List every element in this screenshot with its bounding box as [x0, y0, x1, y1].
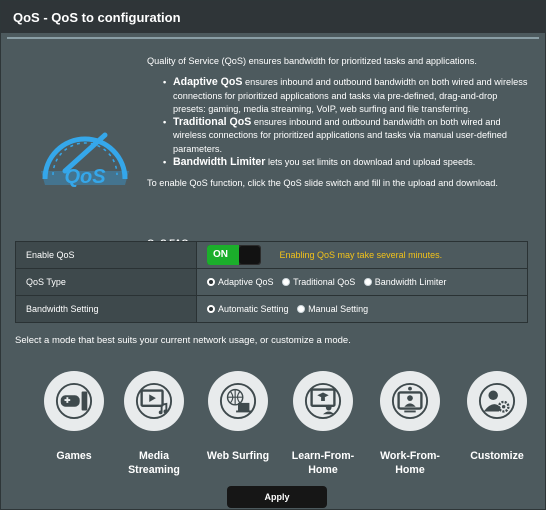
mode-web-surfing[interactable]: Web Surfing — [196, 371, 280, 463]
page-title: QoS - QoS to configuration — [1, 1, 545, 33]
mode-customize[interactable]: Customize — [455, 371, 539, 463]
qos-description: Quality of Service (QoS) ensures bandwid… — [147, 55, 539, 191]
qos-logo-text: QoS — [64, 166, 106, 188]
mode-media-streaming[interactable]: Media Streaming — [112, 371, 196, 477]
bandwidth-setting-label: Bandwidth Setting — [15, 295, 197, 323]
radio-label: Automatic Setting — [218, 304, 289, 314]
qos-type-label: QoS Type — [15, 268, 197, 296]
radio-unselected-icon — [297, 305, 306, 313]
mode-label-line: Work-From- — [380, 450, 440, 462]
mode-circle — [208, 371, 268, 431]
mode-circle — [124, 371, 184, 431]
enable-qos-label: Enable QoS — [15, 241, 197, 269]
radio-automatic-setting[interactable]: Automatic Setting — [207, 304, 289, 314]
mode-label-line: Web Surfing — [206, 450, 270, 462]
radio-unselected-icon — [282, 278, 291, 286]
enable-qos-row: Enable QoS ON Enabling QoS may take seve… — [15, 241, 528, 269]
gamepad-icon — [55, 382, 93, 420]
apply-button[interactable]: Apply — [227, 486, 327, 508]
toggle-knob — [239, 246, 260, 264]
enable-qos-warning: Enabling QoS may take several minutes. — [279, 250, 443, 260]
radio-adaptive-qos[interactable]: Adaptive QoS — [207, 277, 274, 287]
enable-qos-toggle[interactable]: ON — [207, 245, 261, 265]
bullet-text: presets: gaming, media streaming, VoIP, … — [173, 103, 471, 114]
mode-label-line: Streaming — [128, 464, 180, 476]
qos-instruction: To enable QoS function, click the QoS sl… — [147, 178, 498, 189]
user-gear-icon — [478, 382, 516, 420]
mode-work-from-home[interactable]: Work-From- Home — [368, 371, 452, 477]
mode-circle — [293, 371, 353, 431]
mode-label: Web Surfing — [196, 449, 280, 463]
bandwidth-limiter-bullet: Bandwidth Limiter lets you set limits on… — [163, 156, 539, 170]
toggle-on-label: ON — [207, 245, 239, 265]
globe-laptop-icon — [219, 382, 257, 420]
bullet-text: lets you set limits on download and uplo… — [265, 157, 476, 168]
qos-settings-table: Enable QoS ON Enabling QoS may take seve… — [15, 241, 528, 323]
mode-label-line: Games — [56, 450, 92, 462]
mode-circle — [467, 371, 527, 431]
mode-games[interactable]: Games — [32, 371, 116, 463]
qos-bullet-list: Adaptive QoS ensures inbound and outboun… — [163, 76, 539, 170]
bullet-text: ensures inbound and outbound bandwidth o… — [242, 77, 528, 88]
enable-qos-cell: ON Enabling QoS may take several minutes… — [196, 241, 528, 269]
mode-learn-from-home[interactable]: Learn-From- Home — [281, 371, 365, 477]
bullet-heading: Traditional QoS — [173, 116, 252, 129]
qos-type-options: Adaptive QoS Traditional QoS Bandwidth L… — [196, 268, 528, 296]
title-divider — [7, 37, 539, 39]
qos-logo: QoS — [41, 132, 129, 188]
bullet-heading: Adaptive QoS — [173, 76, 243, 89]
mode-prompt: Select a mode that best suits your curre… — [15, 335, 351, 346]
mode-label-line: Home — [308, 464, 338, 476]
qos-type-row: QoS Type Adaptive QoS Traditional QoS Ba… — [15, 268, 528, 296]
radio-manual-setting[interactable]: Manual Setting — [297, 304, 368, 314]
radio-selected-icon — [207, 305, 215, 313]
qos-intro: Quality of Service (QoS) ensures bandwid… — [147, 56, 477, 66]
work-from-home-icon — [391, 382, 429, 420]
mode-label: Customize — [455, 449, 539, 463]
mode-label: Work-From- Home — [368, 449, 452, 477]
traditional-qos-bullet: Traditional QoS ensures inbound and outb… — [163, 116, 539, 156]
learn-from-home-icon — [304, 382, 342, 420]
bandwidth-setting-options: Automatic Setting Manual Setting — [196, 295, 528, 323]
radio-label: Adaptive QoS — [218, 277, 274, 287]
mode-label: Media Streaming — [112, 449, 196, 477]
bullet-text: connections for prioritized applications… — [173, 90, 498, 101]
mode-circle — [380, 371, 440, 431]
mode-label: Learn-From- Home — [281, 449, 365, 477]
mode-label-line: Customize — [470, 450, 524, 462]
bandwidth-setting-row: Bandwidth Setting Automatic Setting Manu… — [15, 295, 528, 323]
bullet-heading: Bandwidth Limiter — [173, 156, 266, 169]
bullet-text: ensures inbound and outbound bandwidth o… — [251, 117, 501, 128]
radio-unselected-icon — [363, 278, 372, 286]
radio-label: Bandwidth Limiter — [374, 277, 447, 287]
media-streaming-icon — [135, 382, 173, 420]
mode-label-line: Media — [138, 450, 170, 462]
bullet-text: wireless connections for prioritized app… — [173, 130, 507, 141]
radio-traditional-qos[interactable]: Traditional QoS — [282, 277, 355, 287]
bullet-text: parameters. — [173, 143, 223, 154]
radio-label: Traditional QoS — [293, 277, 356, 287]
radio-label: Manual Setting — [308, 304, 369, 314]
mode-circle — [44, 371, 104, 431]
radio-selected-icon — [207, 278, 215, 286]
mode-label-line: Home — [395, 464, 425, 476]
mode-label-line: Learn-From- — [291, 450, 355, 462]
mode-label: Games — [32, 449, 116, 463]
qos-panel: QoS - QoS to configuration QoS Quality o… — [0, 0, 546, 510]
radio-bandwidth-limiter[interactable]: Bandwidth Limiter — [363, 277, 447, 287]
mode-selector: Games Media Streaming Web Surfing Learn-… — [1, 371, 546, 481]
adaptive-qos-bullet: Adaptive QoS ensures inbound and outboun… — [163, 76, 539, 116]
